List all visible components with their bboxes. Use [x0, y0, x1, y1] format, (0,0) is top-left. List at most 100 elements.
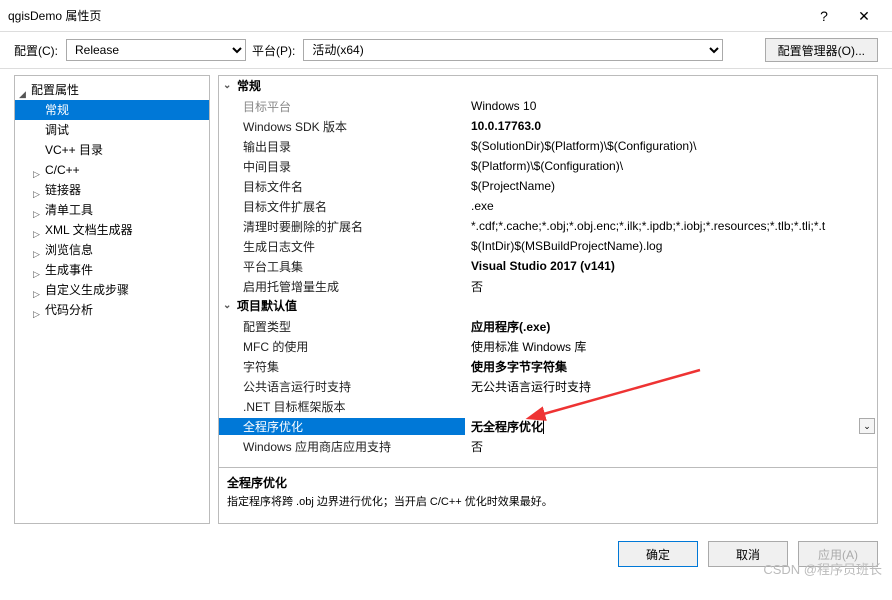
property-key: 目标文件名 — [219, 178, 465, 195]
property-pane: ⌄常规目标平台Windows 10Windows SDK 版本10.0.1776… — [218, 75, 878, 524]
tree-item[interactable]: ▷自定义生成步骤 — [15, 280, 209, 300]
property-row[interactable]: Windows SDK 版本10.0.17763.0 — [219, 116, 877, 136]
help-panel: 全程序优化 指定程序将跨 .obj 边界进行优化；当开启 C/C++ 优化时效果… — [218, 468, 878, 524]
property-value[interactable]: 无全程序优化 — [465, 418, 877, 435]
platform-label: 平台(P): — [252, 42, 295, 59]
property-value[interactable]: 使用标准 Windows 库 — [465, 338, 877, 355]
tree-item[interactable]: 调试 — [15, 120, 209, 140]
nav-tree[interactable]: ◢ 配置属性 常规调试VC++ 目录▷C/C++▷链接器▷清单工具▷XML 文档… — [14, 75, 210, 524]
chevron-right-icon[interactable]: ▷ — [33, 264, 43, 274]
property-group-header[interactable]: ⌄项目默认值 — [219, 296, 877, 316]
property-value[interactable]: 10.0.17763.0 — [465, 119, 877, 133]
property-grid[interactable]: ⌄常规目标平台Windows 10Windows SDK 版本10.0.1776… — [218, 75, 878, 468]
help-button[interactable]: ? — [804, 2, 844, 30]
cancel-button[interactable]: 取消 — [708, 541, 788, 567]
tree-item-label: C/C++ — [45, 163, 80, 177]
property-row[interactable]: 公共语言运行时支持无公共语言运行时支持 — [219, 376, 877, 396]
property-row[interactable]: 平台工具集Visual Studio 2017 (v141) — [219, 256, 877, 276]
tree-root[interactable]: ◢ 配置属性 — [15, 80, 209, 100]
config-label: 配置(C): — [14, 42, 58, 59]
chevron-right-icon[interactable]: ▷ — [33, 304, 43, 314]
property-value[interactable]: 否 — [465, 438, 877, 455]
chevron-right-icon[interactable]: ▷ — [33, 224, 43, 234]
property-row[interactable]: 生成日志文件$(IntDir)$(MSBuildProjectName).log — [219, 236, 877, 256]
tree-item-label: 浏览信息 — [45, 243, 93, 257]
property-row[interactable]: MFC 的使用使用标准 Windows 库 — [219, 336, 877, 356]
property-value[interactable]: 应用程序(.exe) — [465, 318, 877, 335]
property-value[interactable]: *.cdf;*.cache;*.obj;*.obj.enc;*.ilk;*.ip… — [465, 219, 877, 233]
property-key: 公共语言运行时支持 — [219, 378, 465, 395]
apply-button[interactable]: 应用(A) — [798, 541, 878, 567]
platform-select[interactable]: 活动(x64) — [303, 39, 723, 61]
ok-button[interactable]: 确定 — [618, 541, 698, 567]
tree-item-label: 调试 — [45, 123, 69, 137]
property-value[interactable]: $(IntDir)$(MSBuildProjectName).log — [465, 239, 877, 253]
property-row[interactable]: 启用托管增量生成否 — [219, 276, 877, 296]
property-key: Windows 应用商店应用支持 — [219, 438, 465, 455]
chevron-down-icon[interactable]: ⌄ — [223, 296, 237, 316]
property-row[interactable]: 清理时要删除的扩展名*.cdf;*.cache;*.obj;*.obj.enc;… — [219, 216, 877, 236]
property-value[interactable]: $(Platform)\$(Configuration)\ — [465, 159, 877, 173]
property-row[interactable]: Windows 应用商店应用支持否 — [219, 436, 877, 456]
chevron-right-icon[interactable]: ▷ — [33, 204, 43, 214]
tree-item[interactable]: ▷代码分析 — [15, 300, 209, 320]
chevron-down-icon[interactable]: ◢ — [19, 84, 29, 94]
config-manager-button[interactable]: 配置管理器(O)... — [765, 38, 878, 62]
tree-item-label: 常规 — [45, 103, 69, 117]
property-key: Windows SDK 版本 — [219, 118, 465, 135]
chevron-right-icon[interactable]: ▷ — [33, 244, 43, 254]
property-value[interactable]: Visual Studio 2017 (v141) — [465, 259, 877, 273]
property-value[interactable]: .exe — [465, 199, 877, 213]
property-row[interactable]: 全程序优化无全程序优化⌄ — [219, 416, 877, 436]
property-key: 目标平台 — [219, 98, 465, 115]
property-key: 中间目录 — [219, 158, 465, 175]
chevron-right-icon[interactable]: ▷ — [33, 284, 43, 294]
tree-item-label: 生成事件 — [45, 263, 93, 277]
tree-item[interactable]: ▷XML 文档生成器 — [15, 220, 209, 240]
chevron-right-icon[interactable]: ▷ — [33, 164, 43, 174]
chevron-right-icon[interactable]: ▷ — [33, 184, 43, 194]
property-row[interactable]: 目标平台Windows 10 — [219, 96, 877, 116]
config-select[interactable]: Release — [66, 39, 246, 61]
property-value[interactable]: $(SolutionDir)$(Platform)\$(Configuratio… — [465, 139, 877, 153]
property-key: 输出目录 — [219, 138, 465, 155]
property-key: MFC 的使用 — [219, 338, 465, 355]
property-row[interactable]: 输出目录$(SolutionDir)$(Platform)\$(Configur… — [219, 136, 877, 156]
property-value[interactable]: 无公共语言运行时支持 — [465, 378, 877, 395]
group-label: 项目默认值 — [237, 296, 297, 316]
tree-item-label: XML 文档生成器 — [45, 223, 133, 237]
tree-item[interactable]: VC++ 目录 — [15, 140, 209, 160]
property-key: 全程序优化 — [219, 418, 465, 435]
chevron-down-icon[interactable]: ⌄ — [223, 76, 237, 96]
property-row[interactable]: .NET 目标框架版本 — [219, 396, 877, 416]
dropdown-button[interactable]: ⌄ — [859, 418, 875, 434]
property-value[interactable]: $(ProjectName) — [465, 179, 877, 193]
tree-item[interactable]: ▷链接器 — [15, 180, 209, 200]
dialog-footer: 确定 取消 应用(A) — [0, 530, 892, 578]
property-key: 字符集 — [219, 358, 465, 375]
property-value[interactable]: 否 — [465, 278, 877, 295]
property-key: 目标文件扩展名 — [219, 198, 465, 215]
tree-item[interactable]: ▷清单工具 — [15, 200, 209, 220]
property-row[interactable]: 目标文件名$(ProjectName) — [219, 176, 877, 196]
property-key: 平台工具集 — [219, 258, 465, 275]
group-label: 常规 — [237, 76, 261, 96]
tree-item[interactable]: ▷浏览信息 — [15, 240, 209, 260]
property-value[interactable]: Windows 10 — [465, 99, 877, 113]
help-description: 指定程序将跨 .obj 边界进行优化；当开启 C/C++ 优化时效果最好。 — [227, 493, 869, 509]
property-key: 清理时要删除的扩展名 — [219, 218, 465, 235]
close-button[interactable]: ✕ — [844, 2, 884, 30]
tree-item[interactable]: ▷C/C++ — [15, 160, 209, 180]
property-row[interactable]: 字符集使用多字节字符集 — [219, 356, 877, 376]
tree-item-label: 清单工具 — [45, 203, 93, 217]
property-row[interactable]: 目标文件扩展名.exe — [219, 196, 877, 216]
property-row[interactable]: 配置类型应用程序(.exe) — [219, 316, 877, 336]
property-value[interactable]: 使用多字节字符集 — [465, 358, 877, 375]
tree-item[interactable]: ▷生成事件 — [15, 260, 209, 280]
tree-item[interactable]: 常规 — [15, 100, 209, 120]
help-title: 全程序优化 — [227, 474, 869, 491]
property-row[interactable]: 中间目录$(Platform)\$(Configuration)\ — [219, 156, 877, 176]
window-title: qgisDemo 属性页 — [8, 7, 804, 24]
property-group-header[interactable]: ⌄常规 — [219, 76, 877, 96]
property-key: 生成日志文件 — [219, 238, 465, 255]
